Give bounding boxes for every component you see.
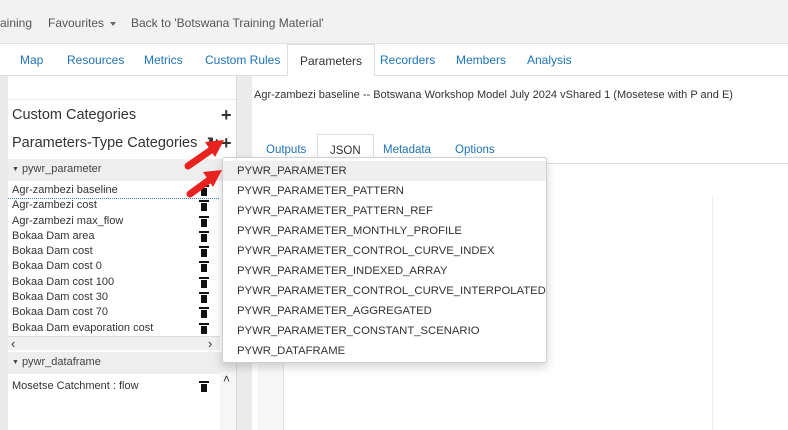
list-item-label: Bokaa Dam cost (12, 245, 93, 258)
arrow-up-right-icon (184, 140, 224, 170)
list-item[interactable]: Bokaa Dam cost (8, 244, 220, 259)
tab-parameters[interactable]: Parameters (287, 44, 376, 77)
menu-item-pywr-parameter-monthly-profile[interactable]: PYWR_PARAMETER_MONTHLY_PROFILE (223, 221, 546, 241)
nav-favourites-dropdown[interactable]: Favourites (48, 16, 117, 30)
list-item-label: Agr-zambezi baseline (12, 184, 118, 196)
scroll-up-icon[interactable]: ˄ (223, 372, 230, 386)
list-item[interactable]: Bokaa Dam evaporation cost (8, 321, 220, 335)
scroll-left-icon[interactable]: ‹ (11, 336, 15, 351)
tab-map[interactable]: Map (20, 44, 43, 76)
tab-metrics[interactable]: Metrics (144, 44, 183, 76)
nav-back-link[interactable]: Back to 'Botswana Training Material' (131, 16, 324, 30)
list-item-label: Agr-zambezi cost (12, 199, 97, 212)
scroll-right-icon[interactable]: › (208, 336, 212, 351)
nav-favourites-label: Favourites (48, 16, 105, 30)
list-item[interactable]: Mosetse Catchment : flow (8, 379, 220, 394)
list-item-label: Bokaa Dam cost 0 (12, 260, 102, 273)
trash-icon[interactable] (199, 230, 209, 242)
list-item[interactable]: Agr-zambezi max_flow (8, 214, 220, 229)
group-label-text: pywr_dataframe (21, 356, 101, 368)
tab-custom-rules[interactable]: Custom Rules (205, 44, 280, 76)
list-item[interactable]: Bokaa Dam cost 70 (8, 305, 220, 320)
menu-item-pywr-parameter-indexed-array[interactable]: PYWR_PARAMETER_INDEXED_ARRAY (223, 261, 546, 281)
trash-icon[interactable] (199, 307, 209, 319)
parameters-type-categories-heading: Parameters-Type Categories (12, 135, 198, 151)
add-custom-category-icon[interactable]: + (221, 106, 232, 124)
menu-item-pywr-parameter-constant-scenario[interactable]: PYWR_PARAMETER_CONSTANT_SCENARIO (223, 321, 546, 341)
annotation-arrow-icons (184, 140, 224, 198)
menu-item-pywr-parameter-pattern[interactable]: PYWR_PARAMETER_PATTERN (223, 181, 546, 201)
list-item-label: Bokaa Dam evaporation cost (12, 321, 154, 334)
list-item-label: Bokaa Dam cost 30 (12, 291, 108, 304)
tab-recorders[interactable]: Recorders (380, 44, 435, 76)
add-parameter-type-menu: PYWR_PARAMETER PYWR_PARAMETER_PATTERN PY… (222, 157, 547, 363)
menu-item-pywr-parameter[interactable]: PYWR_PARAMETER (223, 161, 546, 181)
editor-print-margin (712, 196, 713, 430)
caret-down-icon: ▼ (12, 165, 19, 173)
sidebar-search[interactable] (8, 76, 236, 100)
tab-analysis[interactable]: Analysis (527, 44, 572, 76)
list-item-label: Mosetse Catchment : flow (12, 380, 139, 392)
model-title: Agr-zambezi baseline -- Botswana Worksho… (254, 89, 733, 101)
list-item[interactable]: Bokaa Dam cost 100 (8, 275, 220, 290)
chevron-down-icon (110, 21, 117, 26)
list-item[interactable]: Bokaa Dam area (8, 229, 220, 244)
trash-icon[interactable] (199, 322, 209, 334)
tab-members[interactable]: Members (456, 44, 506, 76)
horizontal-scrollbar[interactable]: ‹ › (8, 336, 220, 351)
menu-item-pywr-parameter-pattern-ref[interactable]: PYWR_PARAMETER_PATTERN_REF (223, 201, 546, 221)
menu-item-pywr-parameter-aggregated[interactable]: PYWR_PARAMETER_AGGREGATED (223, 301, 546, 321)
list-item[interactable]: Bokaa Dam cost 30 (8, 290, 220, 305)
main-tabs: Map Resources Metrics Custom Rules Param… (0, 44, 788, 77)
vertical-scrollbar[interactable]: ˄ (220, 372, 236, 430)
dataframe-list: Mosetse Catchment : flow (8, 379, 220, 395)
list-item[interactable]: Agr-zambezi cost (8, 198, 220, 213)
trash-icon[interactable] (199, 246, 209, 258)
trash-icon[interactable] (199, 292, 209, 304)
list-item-label: Bokaa Dam area (12, 229, 95, 242)
group-label-pywr-parameter: ▼ pywr_parameter (12, 163, 101, 175)
custom-categories-heading: Custom Categories (12, 107, 137, 123)
menu-item-pywr-parameter-control-curve-index[interactable]: PYWR_PARAMETER_CONTROL_CURVE_INDEX (223, 241, 546, 261)
nav-item-training[interactable]: aining (0, 16, 32, 30)
top-navbar: aining Favourites Back to 'Botswana Trai… (0, 0, 788, 44)
trash-icon[interactable] (199, 215, 209, 227)
menu-item-pywr-dataframe[interactable]: PYWR_DATAFRAME (223, 341, 546, 361)
group-label-pywr-dataframe: ▼ pywr_dataframe (12, 356, 101, 368)
list-item-label: Bokaa Dam cost 70 (12, 306, 108, 319)
trash-icon[interactable] (199, 276, 209, 288)
trash-icon[interactable] (199, 261, 209, 273)
group-label-text: pywr_parameter (21, 163, 102, 175)
list-item[interactable]: Bokaa Dam cost 0 (8, 259, 220, 274)
menu-item-pywr-parameter-control-curve-interpolated[interactable]: PYWR_PARAMETER_CONTROL_CURVE_INTERPOLATE… (223, 281, 546, 301)
left-edge-strip (0, 76, 8, 430)
caret-down-icon: ▼ (12, 358, 19, 366)
arrow-up-right-icon (186, 170, 222, 198)
list-item-label: Agr-zambezi max_flow (12, 214, 124, 227)
trash-icon[interactable] (199, 200, 209, 212)
list-item-label: Bokaa Dam cost 100 (12, 275, 115, 288)
trash-icon[interactable] (199, 381, 209, 392)
parameter-list: Agr-zambezi baseline Agr-zambezi cost Ag… (8, 183, 220, 335)
tab-resources[interactable]: Resources (67, 44, 124, 76)
